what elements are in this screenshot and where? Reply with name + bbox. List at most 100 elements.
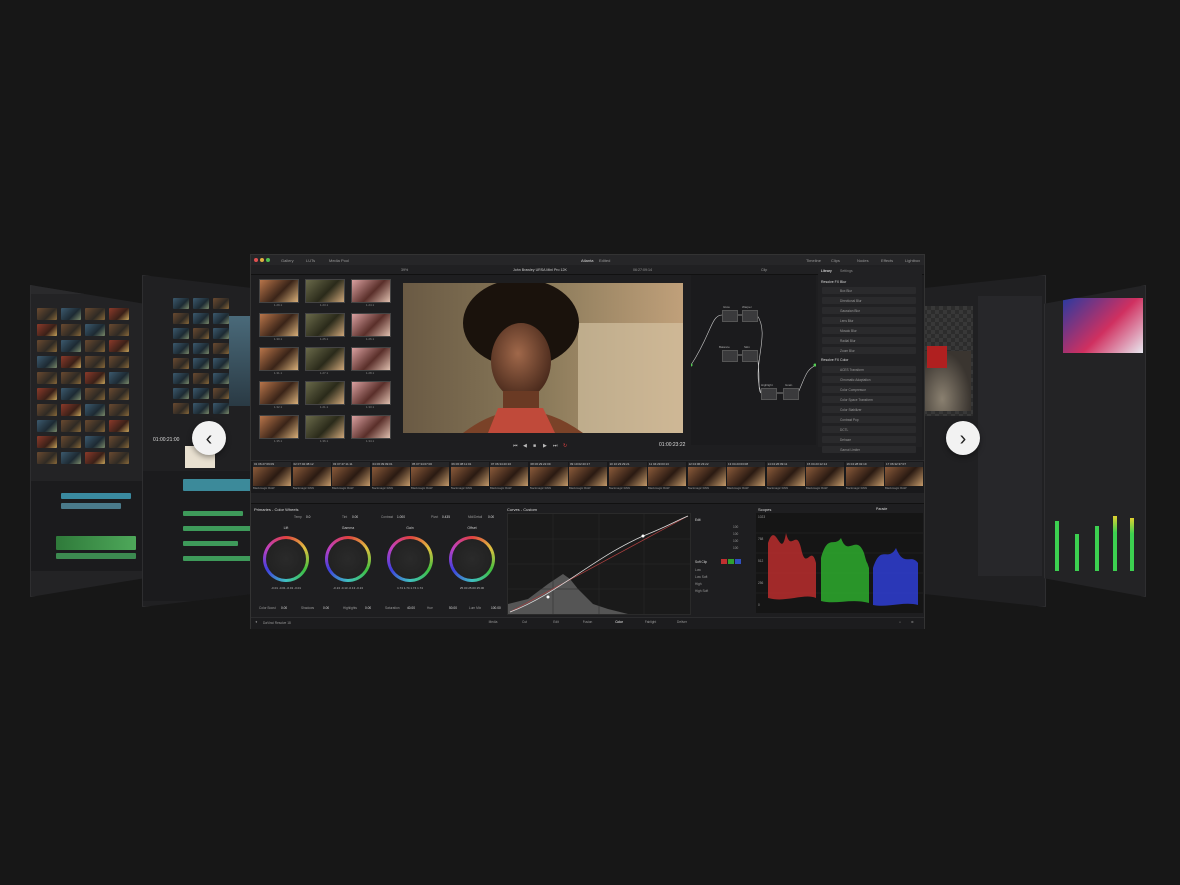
page-tab-cut[interactable]: Cut xyxy=(512,620,538,624)
timeline-clip-thumb[interactable]: 13 04:23:03:08 Blackmagic RAW xyxy=(727,462,765,490)
fx-item[interactable]: Zoom Blur xyxy=(822,347,916,354)
media-thumb[interactable] xyxy=(37,340,57,352)
page-tab-media[interactable]: Media xyxy=(480,620,506,624)
fx-item[interactable]: Color Space Transform xyxy=(822,396,916,403)
media-thumb[interactable] xyxy=(61,420,81,432)
media-thumb[interactable] xyxy=(109,404,129,416)
bin-thumb[interactable] xyxy=(173,358,189,369)
pivot-value[interactable]: 0.435 xyxy=(442,515,450,519)
timeline-clip-thumb[interactable]: 15 04:23:12:14 Blackmagic RAW xyxy=(806,462,844,490)
node-highlight[interactable] xyxy=(761,388,777,400)
adjust-value[interactable]: 0.00 xyxy=(365,606,371,610)
media-thumb[interactable] xyxy=(37,308,57,320)
bin-thumb[interactable] xyxy=(213,388,229,399)
bin-thumb[interactable] xyxy=(213,343,229,354)
timeline-clip-thumb[interactable]: 07 06:34:20:16 Blackmagic RAW xyxy=(490,462,528,490)
timeline-clip[interactable] xyxy=(183,479,253,491)
gallery-still[interactable] xyxy=(305,313,345,337)
media-thumb[interactable] xyxy=(37,452,57,464)
bin-thumb[interactable] xyxy=(173,298,189,309)
tint-value[interactable]: 0.00 xyxy=(352,515,358,519)
tab-settings[interactable]: Settings xyxy=(840,269,853,273)
bin-thumb[interactable] xyxy=(173,313,189,324)
tab-lightbox[interactable]: Lightbox xyxy=(905,258,920,263)
gallery-still[interactable] xyxy=(351,313,391,337)
fx-item[interactable]: DCTL xyxy=(822,426,916,433)
fx-item[interactable]: Chromatic Adaptation xyxy=(822,376,916,383)
media-thumb[interactable] xyxy=(37,420,57,432)
color-wheel-offset[interactable] xyxy=(449,536,495,582)
adjust-value[interactable]: 100.00 xyxy=(491,606,501,610)
carousel-next-button[interactable]: › xyxy=(946,421,980,455)
gallery-still[interactable] xyxy=(351,415,391,439)
timeline-clip-thumb[interactable]: 10 10:23:29:21 Blackmagic RAW xyxy=(608,462,647,490)
edit-value[interactable]: 100 xyxy=(733,532,738,536)
gallery-still[interactable] xyxy=(259,313,299,337)
media-thumb[interactable] xyxy=(109,420,129,432)
media-thumb[interactable] xyxy=(61,356,81,368)
edit-value[interactable]: 100 xyxy=(733,546,738,550)
bin-thumb[interactable] xyxy=(213,328,229,339)
tab-timeline[interactable]: Timeline xyxy=(806,258,821,263)
settings-gear-icon[interactable]: ⚙ xyxy=(911,620,914,624)
timeline-clip-thumb[interactable]: 04 06:39:09:01 Blackmagic RAW xyxy=(371,462,410,490)
media-thumb[interactable] xyxy=(85,436,105,448)
page-tab-fairlight[interactable]: Fairlight xyxy=(638,620,664,624)
gallery-still[interactable] xyxy=(305,279,345,303)
tab-library[interactable]: Library xyxy=(821,269,832,273)
tab-luts[interactable]: LUTs xyxy=(306,258,315,263)
maximize-dot-icon[interactable] xyxy=(266,258,270,262)
next-frame-icon[interactable]: ⏭ xyxy=(553,443,558,449)
green-channel-button[interactable] xyxy=(728,559,734,564)
timeline-clip[interactable] xyxy=(61,493,131,499)
media-thumb[interactable] xyxy=(109,436,129,448)
page-tab-color[interactable]: Color xyxy=(606,620,632,624)
media-thumb[interactable] xyxy=(85,404,105,416)
gallery-still[interactable] xyxy=(351,279,391,303)
bin-thumb[interactable] xyxy=(173,343,189,354)
node-grain[interactable] xyxy=(783,388,799,400)
fx-item[interactable]: Directional Blur xyxy=(822,297,916,304)
color-wheel-gain[interactable] xyxy=(387,536,433,582)
bin-thumb[interactable] xyxy=(213,313,229,324)
timeline-clip-thumb[interactable]: 14 04:26:09:11 Blackmagic RAW xyxy=(766,462,805,490)
media-thumb[interactable] xyxy=(85,356,105,368)
fx-item[interactable]: Dehaze xyxy=(822,436,916,443)
bin-thumb[interactable] xyxy=(193,298,209,309)
media-thumb[interactable] xyxy=(85,340,105,352)
audio-clip[interactable] xyxy=(183,556,251,561)
bin-thumb[interactable] xyxy=(193,313,209,324)
media-thumb[interactable] xyxy=(61,452,81,464)
edit-value[interactable]: 100 xyxy=(733,525,738,529)
audio-clip[interactable] xyxy=(56,553,136,559)
timeline-clip-thumb[interactable]: 09 10:02:20:17 Blackmagic RAW xyxy=(569,462,607,490)
fx-item[interactable]: Color Stabilizer xyxy=(822,406,916,413)
clip-dropdown[interactable]: Clip xyxy=(761,268,767,272)
bin-thumb[interactable] xyxy=(213,403,229,414)
bin-thumb[interactable] xyxy=(173,373,189,384)
bin-thumb[interactable] xyxy=(193,403,209,414)
tab-nodes[interactable]: Nodes xyxy=(857,258,869,263)
audio-clip[interactable] xyxy=(183,511,243,516)
gallery-still[interactable] xyxy=(305,381,345,405)
zoom-level[interactable]: 39% xyxy=(401,268,408,272)
prev-frame-icon[interactable]: ⏮ xyxy=(513,443,518,449)
gallery-still[interactable] xyxy=(259,347,299,371)
close-dot-icon[interactable] xyxy=(254,258,258,262)
gallery-still[interactable] xyxy=(259,415,299,439)
adjust-value[interactable]: 50.00 xyxy=(449,606,457,610)
color-wheel-gamma[interactable] xyxy=(325,536,371,582)
media-thumb[interactable] xyxy=(85,372,105,384)
tab-media-pool[interactable]: Media Pool xyxy=(329,258,349,263)
middetail-value[interactable]: 0.00 xyxy=(488,515,494,519)
adjust-value[interactable]: 0.00 xyxy=(281,606,287,610)
bin-thumb[interactable] xyxy=(173,328,189,339)
media-thumb[interactable] xyxy=(109,356,129,368)
red-channel-button[interactable] xyxy=(721,559,727,564)
media-thumb[interactable] xyxy=(85,308,105,320)
media-thumb[interactable] xyxy=(61,436,81,448)
media-thumb[interactable] xyxy=(61,308,81,320)
media-thumb[interactable] xyxy=(61,372,81,384)
media-thumb[interactable] xyxy=(37,324,57,336)
bin-thumb[interactable] xyxy=(193,373,209,384)
